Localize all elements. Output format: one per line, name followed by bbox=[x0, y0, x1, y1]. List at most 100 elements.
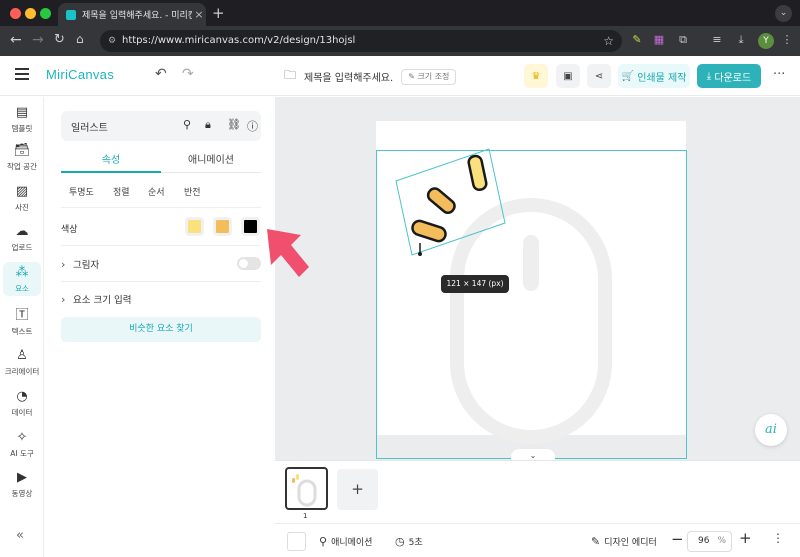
bookmark-star-icon[interactable]: ☆ bbox=[603, 30, 614, 52]
size-input-row[interactable]: › 요소 크기 입력 bbox=[61, 292, 131, 306]
document-title[interactable]: 제목을 입력해주세요. bbox=[304, 69, 393, 84]
premium-crown-icon[interactable]: ♛ bbox=[524, 64, 548, 88]
rail-label: 사진 bbox=[15, 203, 29, 212]
rail-label: 작업 공간 bbox=[7, 162, 37, 171]
duration-button[interactable]: ◷ 5초 bbox=[395, 535, 423, 548]
find-similar-button[interactable]: 비슷한 요소 찾기 bbox=[61, 317, 261, 342]
collapse-panel-icon[interactable]: « bbox=[16, 528, 24, 543]
ai-assistant-button[interactable]: ai bbox=[755, 414, 787, 446]
subtab-order[interactable]: 순서 bbox=[148, 185, 165, 198]
subtab-opacity[interactable]: 투명도 bbox=[69, 185, 94, 198]
rail-label: 텍스트 bbox=[11, 327, 33, 336]
print-order-button[interactable]: 🛒 인쇄물 제작 bbox=[618, 64, 690, 88]
page-thumbnail[interactable] bbox=[285, 467, 328, 510]
shadow-row[interactable]: › 그림자 bbox=[61, 257, 99, 271]
subtab-align[interactable]: 정렬 bbox=[113, 185, 130, 198]
more-vertical-icon[interactable]: ⋮ bbox=[772, 531, 784, 545]
window-close-button[interactable] bbox=[10, 8, 21, 19]
subtab-flip[interactable]: 반전 bbox=[184, 185, 201, 198]
browser-menu-icon[interactable]: ⋮ bbox=[780, 33, 794, 47]
page-number: 1 bbox=[303, 512, 308, 520]
forward-arrow-icon[interactable]: → bbox=[32, 32, 44, 48]
rail-item-text[interactable]: 🅃 텍스트 bbox=[0, 308, 44, 337]
rail-item-ai-tools[interactable]: ✧ AI 도구 bbox=[0, 430, 44, 459]
share-icon[interactable]: ⋖ bbox=[587, 64, 611, 88]
rail-item-workspace[interactable]: 🗃 작업 공간 bbox=[0, 143, 44, 172]
info-icon[interactable]: ⓘ bbox=[247, 118, 258, 134]
miricanvas-logo[interactable]: MiriCanvas bbox=[46, 67, 114, 82]
animation-label: 애니메이션 bbox=[331, 538, 373, 548]
ai-tools-icon: ✧ bbox=[16, 430, 28, 445]
design-editor-button[interactable]: ✎ 디자인 에디터 bbox=[591, 535, 657, 548]
tab-properties[interactable]: 속성 bbox=[61, 151, 161, 166]
back-arrow-icon[interactable]: ← bbox=[10, 32, 22, 48]
tab-title: 제목을 입력해주세요. - 미리캔버스 bbox=[82, 11, 192, 21]
window-maximize-button[interactable] bbox=[40, 8, 51, 19]
color-label: 색상 bbox=[61, 225, 78, 235]
more-options-icon[interactable]: ··· bbox=[773, 67, 785, 82]
extension-pen-icon[interactable]: ✎ bbox=[630, 33, 644, 47]
rail-label: 데이터 bbox=[11, 408, 33, 417]
pages-strip: 1 + bbox=[275, 460, 800, 523]
new-tab-button[interactable]: + bbox=[212, 4, 225, 22]
text-icon: 🅃 bbox=[15, 308, 29, 323]
lock-icon[interactable]: 🔒︎ bbox=[205, 118, 211, 132]
zoom-in-button[interactable]: + bbox=[739, 529, 752, 547]
color-swatch-yellow[interactable] bbox=[185, 217, 204, 236]
animation-icon: ⚲ bbox=[319, 535, 328, 548]
home-icon[interactable]: ⌂ bbox=[76, 32, 84, 46]
video-icon: ▶ bbox=[17, 470, 27, 485]
download-button[interactable]: ⤓ 다운로드 bbox=[697, 64, 761, 88]
bottom-toolbar: ⚲ 애니메이션 ◷ 5초 ✎ 디자인 에디터 − 96 % + ⋮ bbox=[275, 523, 800, 557]
rail-item-upload[interactable]: ☁ 업로드 bbox=[0, 224, 44, 253]
background-color-box[interactable] bbox=[287, 532, 306, 551]
left-rail: ▤ 템플릿 🗃 작업 공간 ▨ 사진 ☁ 업로드 ⁂ 요소 🅃 텍스트 ♙ 크리… bbox=[0, 97, 44, 557]
folder-icon[interactable]: 🗀 bbox=[284, 66, 296, 87]
size-input-label: 요소 크기 입력 bbox=[73, 295, 132, 306]
animation-button[interactable]: ⚲ 애니메이션 bbox=[319, 535, 372, 548]
link-icon[interactable]: ⛓ bbox=[227, 118, 241, 131]
tab-close-icon[interactable]: × bbox=[192, 8, 206, 21]
tab-animation[interactable]: 애니메이션 bbox=[161, 151, 261, 166]
zoom-out-button[interactable]: − bbox=[671, 530, 684, 548]
color-swatch-black[interactable] bbox=[241, 217, 260, 236]
rail-item-template[interactable]: ▤ 템플릿 bbox=[0, 105, 44, 134]
rail-item-creator[interactable]: ♙ 크리에이터 bbox=[0, 348, 44, 377]
rail-label: 크리에이터 bbox=[4, 367, 40, 376]
element-name: 일러스트 bbox=[71, 123, 108, 134]
add-page-button[interactable]: + bbox=[337, 469, 378, 510]
tab-search-icon[interactable]: ⌄ bbox=[775, 5, 792, 22]
profile-avatar[interactable]: Y bbox=[758, 33, 774, 49]
app-header: MiriCanvas ↶ ↷ 🗀 제목을 입력해주세요. ✎ 크기 조정 ♛ ▣… bbox=[0, 56, 800, 96]
save-icon[interactable]: ▣ bbox=[556, 64, 580, 88]
rail-item-data[interactable]: ◔ 데이터 bbox=[0, 389, 44, 418]
elements-icon: ⁂ bbox=[15, 265, 29, 280]
reading-list-icon[interactable]: ≡ bbox=[710, 33, 724, 47]
properties-panel: 일러스트 ⚲ 🔒︎ ⛓ ⓘ 속성 애니메이션 투명도 정렬 순서 반전 색상 ›… bbox=[44, 97, 275, 557]
rail-label: 템플릿 bbox=[11, 124, 33, 133]
brush-icon: ✎ bbox=[591, 535, 601, 548]
extension-grid-icon[interactable]: ▦ bbox=[652, 33, 666, 47]
color-swatch-orange[interactable] bbox=[213, 217, 232, 236]
extensions-puzzle-icon[interactable]: ⧉ bbox=[676, 33, 690, 47]
rail-item-video[interactable]: ▶ 동영상 bbox=[0, 470, 44, 499]
site-settings-icon[interactable]: ⚙ bbox=[108, 30, 116, 52]
shadow-toggle[interactable] bbox=[237, 257, 261, 270]
canvas-workspace[interactable]: 121 × 147 (px) ⌄ ai bbox=[275, 97, 800, 463]
browser-tab[interactable]: 제목을 입력해주세요. - 미리캔버스 × bbox=[58, 3, 206, 26]
redo-icon[interactable]: ↷ bbox=[182, 66, 194, 82]
reload-icon[interactable]: ↻ bbox=[54, 32, 65, 47]
pointer-arrow-icon bbox=[267, 229, 309, 277]
downloads-icon[interactable]: ⤓ bbox=[734, 33, 748, 47]
window-minimize-button[interactable] bbox=[25, 8, 36, 19]
zoom-input[interactable]: 96 % bbox=[687, 531, 732, 552]
rail-item-photo[interactable]: ▨ 사진 bbox=[0, 184, 44, 213]
resize-button[interactable]: ✎ 크기 조정 bbox=[401, 68, 457, 85]
rail-item-elements[interactable]: ⁂ 요소 bbox=[3, 262, 41, 296]
paint-roller-icon[interactable]: ⚲ bbox=[183, 118, 191, 131]
hamburger-menu-icon[interactable] bbox=[15, 68, 29, 80]
address-bar[interactable]: ⚙ https://www.miricanvas.com/v2/design/1… bbox=[100, 30, 622, 52]
page-selection-outline bbox=[376, 150, 687, 459]
shadow-label: 그림자 bbox=[73, 260, 100, 271]
undo-icon[interactable]: ↶ bbox=[155, 66, 167, 82]
